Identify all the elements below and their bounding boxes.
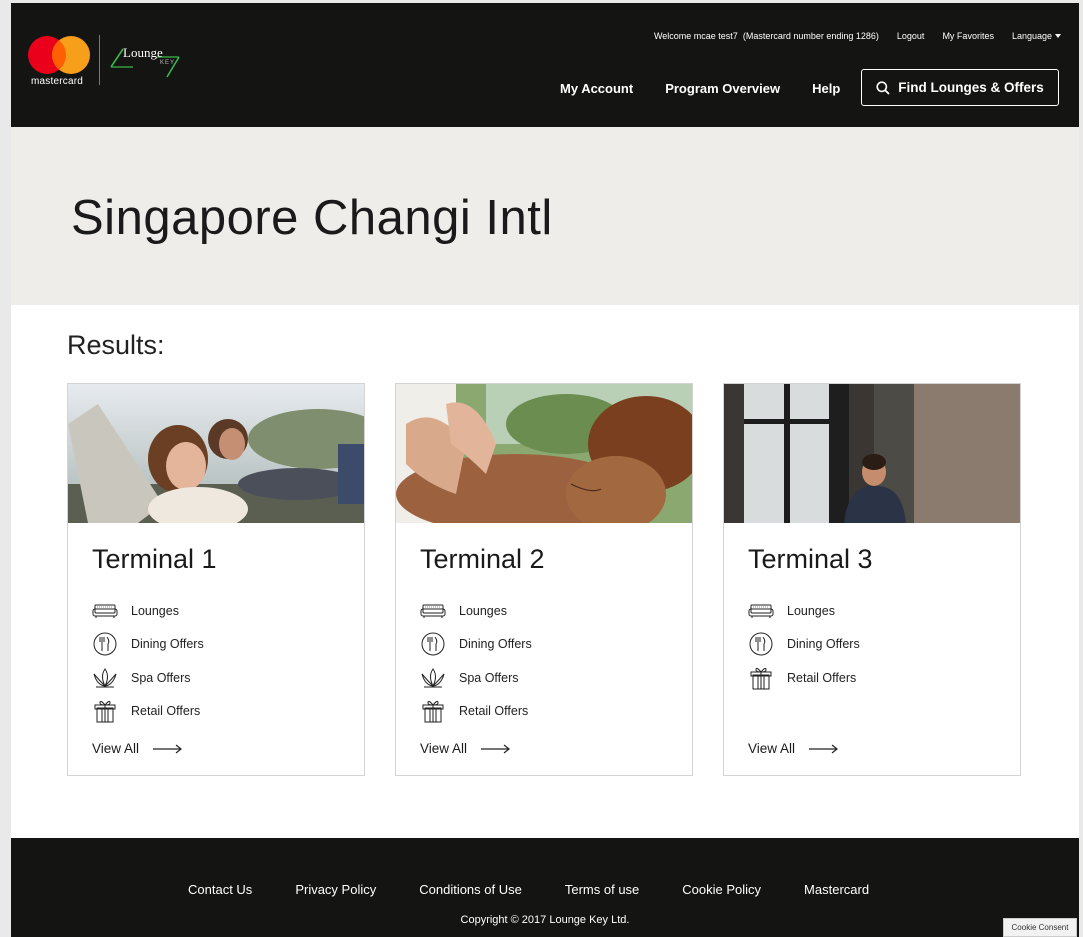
offer-label: Dining Offers xyxy=(131,637,204,652)
terminal-card[interactable]: Terminal 1 Lounges Dining Offers Spa Off… xyxy=(67,383,365,776)
terminal-card[interactable]: Terminal 3 Lounges Dining Offers Retail … xyxy=(723,383,1021,776)
offer-lounges[interactable]: Lounges xyxy=(419,594,532,628)
mastercard-logo-icon xyxy=(28,36,90,74)
site-header: mastercard Lounge KEY Welcome mcae test7… xyxy=(11,3,1079,127)
offer-dining[interactable]: Dining Offers xyxy=(419,628,532,662)
offer-spa[interactable]: Spa Offers xyxy=(419,661,532,695)
find-button-label: Find Lounges & Offers xyxy=(898,80,1044,95)
offer-dining[interactable]: Dining Offers xyxy=(747,628,860,662)
view-all-label: View All xyxy=(92,741,140,756)
offer-list: Lounges Dining Offers Spa Offers Retail … xyxy=(91,594,204,728)
lotus-icon xyxy=(91,666,119,690)
offer-label: Spa Offers xyxy=(459,670,519,685)
nav-program-overview[interactable]: Program Overview xyxy=(665,81,780,96)
offer-retail[interactable]: Retail Offers xyxy=(91,695,204,729)
view-all-label: View All xyxy=(748,741,796,756)
arrow-right-icon xyxy=(809,744,838,753)
footer-link-privacy-policy[interactable]: Privacy Policy xyxy=(295,882,376,897)
fork-knife-icon xyxy=(91,632,119,656)
offer-label: Spa Offers xyxy=(131,670,191,685)
welcome-text: Welcome mcae test7 (Mastercard number en… xyxy=(653,31,879,41)
footer-link-mastercard[interactable]: Mastercard xyxy=(804,882,869,897)
lotus-icon xyxy=(419,666,447,690)
footer-link-terms-of-use[interactable]: Terms of use xyxy=(565,882,639,897)
gift-icon xyxy=(419,699,447,723)
terminal-photo xyxy=(68,384,364,523)
offer-retail[interactable]: Retail Offers xyxy=(747,661,860,695)
offer-retail[interactable]: Retail Offers xyxy=(419,695,532,729)
brand-logo[interactable]: mastercard Lounge KEY xyxy=(27,33,197,93)
mastercard-wordmark: mastercard xyxy=(31,76,84,87)
terminal-photo xyxy=(724,384,1020,523)
footer-link-cookie-policy[interactable]: Cookie Policy xyxy=(682,882,761,897)
view-all-label: View All xyxy=(420,741,468,756)
offer-label: Dining Offers xyxy=(459,637,532,652)
offer-spa[interactable]: Spa Offers xyxy=(91,661,204,695)
offer-label: Lounges xyxy=(787,603,835,618)
language-dropdown[interactable]: Language xyxy=(1012,31,1061,45)
view-all-link[interactable]: View All xyxy=(748,741,839,756)
gift-icon xyxy=(91,699,119,723)
results-heading: Results: xyxy=(67,330,165,360)
key-wordmark: KEY xyxy=(160,60,176,66)
sofa-icon xyxy=(419,599,447,623)
arrow-right-icon xyxy=(481,744,510,753)
offer-label: Dining Offers xyxy=(787,637,860,652)
offer-dining[interactable]: Dining Offers xyxy=(91,628,204,662)
utility-nav: Welcome mcae test7 (Mastercard number en… xyxy=(654,31,1061,45)
offer-label: Retail Offers xyxy=(459,704,529,719)
main-nav: My Account Program Overview Help xyxy=(560,81,840,96)
sofa-icon xyxy=(747,599,775,623)
offer-list: Lounges Dining Offers Spa Offers Retail … xyxy=(419,594,532,728)
hero-banner: Singapore Changi Intl xyxy=(11,127,1079,305)
terminal-photo xyxy=(396,384,692,523)
fork-knife-icon xyxy=(747,632,775,656)
terminal-title: Terminal 1 xyxy=(92,544,217,574)
nav-help[interactable]: Help xyxy=(812,81,840,96)
lounge-wordmark: Lounge xyxy=(123,45,163,60)
my-favorites-link[interactable]: My Favorites xyxy=(942,31,994,45)
offer-label: Lounges xyxy=(131,603,179,618)
offer-label: Retail Offers xyxy=(787,670,857,685)
logout-link[interactable]: Logout xyxy=(897,31,925,45)
page-title: Singapore Changi Intl xyxy=(71,191,553,245)
terminal-card[interactable]: Terminal 2 Lounges Dining Offers Spa Off… xyxy=(395,383,693,776)
terminal-title: Terminal 2 xyxy=(420,544,545,574)
offer-lounges[interactable]: Lounges xyxy=(747,594,860,628)
copyright-text: Copyright © 2017 Lounge Key Ltd. xyxy=(460,914,630,926)
page: mastercard Lounge KEY Welcome mcae test7… xyxy=(11,3,1079,937)
footer-link-contact-us[interactable]: Contact Us xyxy=(188,882,252,897)
offer-label: Retail Offers xyxy=(131,704,201,719)
logo-divider xyxy=(99,35,100,85)
caret-down-icon xyxy=(1055,34,1061,38)
sofa-icon xyxy=(91,599,119,623)
search-icon xyxy=(876,80,890,95)
view-all-link[interactable]: View All xyxy=(420,741,511,756)
offer-lounges[interactable]: Lounges xyxy=(91,594,204,628)
terminal-title: Terminal 3 xyxy=(748,544,873,574)
gift-icon xyxy=(747,666,775,690)
fork-knife-icon xyxy=(419,632,447,656)
offer-label: Lounges xyxy=(459,603,507,618)
find-lounges-offers-button[interactable]: Find Lounges & Offers xyxy=(861,69,1059,106)
view-all-link[interactable]: View All xyxy=(92,741,183,756)
arrow-right-icon xyxy=(153,744,182,753)
nav-my-account[interactable]: My Account xyxy=(560,81,633,96)
site-footer: Contact Us Privacy Policy Conditions of … xyxy=(11,838,1079,937)
cookie-consent-button[interactable]: Cookie Consent xyxy=(1003,918,1077,937)
offer-list: Lounges Dining Offers Retail Offers xyxy=(747,594,860,695)
footer-nav: Contact Us Privacy Policy Conditions of … xyxy=(188,882,869,897)
footer-link-conditions-of-use[interactable]: Conditions of Use xyxy=(419,882,522,897)
